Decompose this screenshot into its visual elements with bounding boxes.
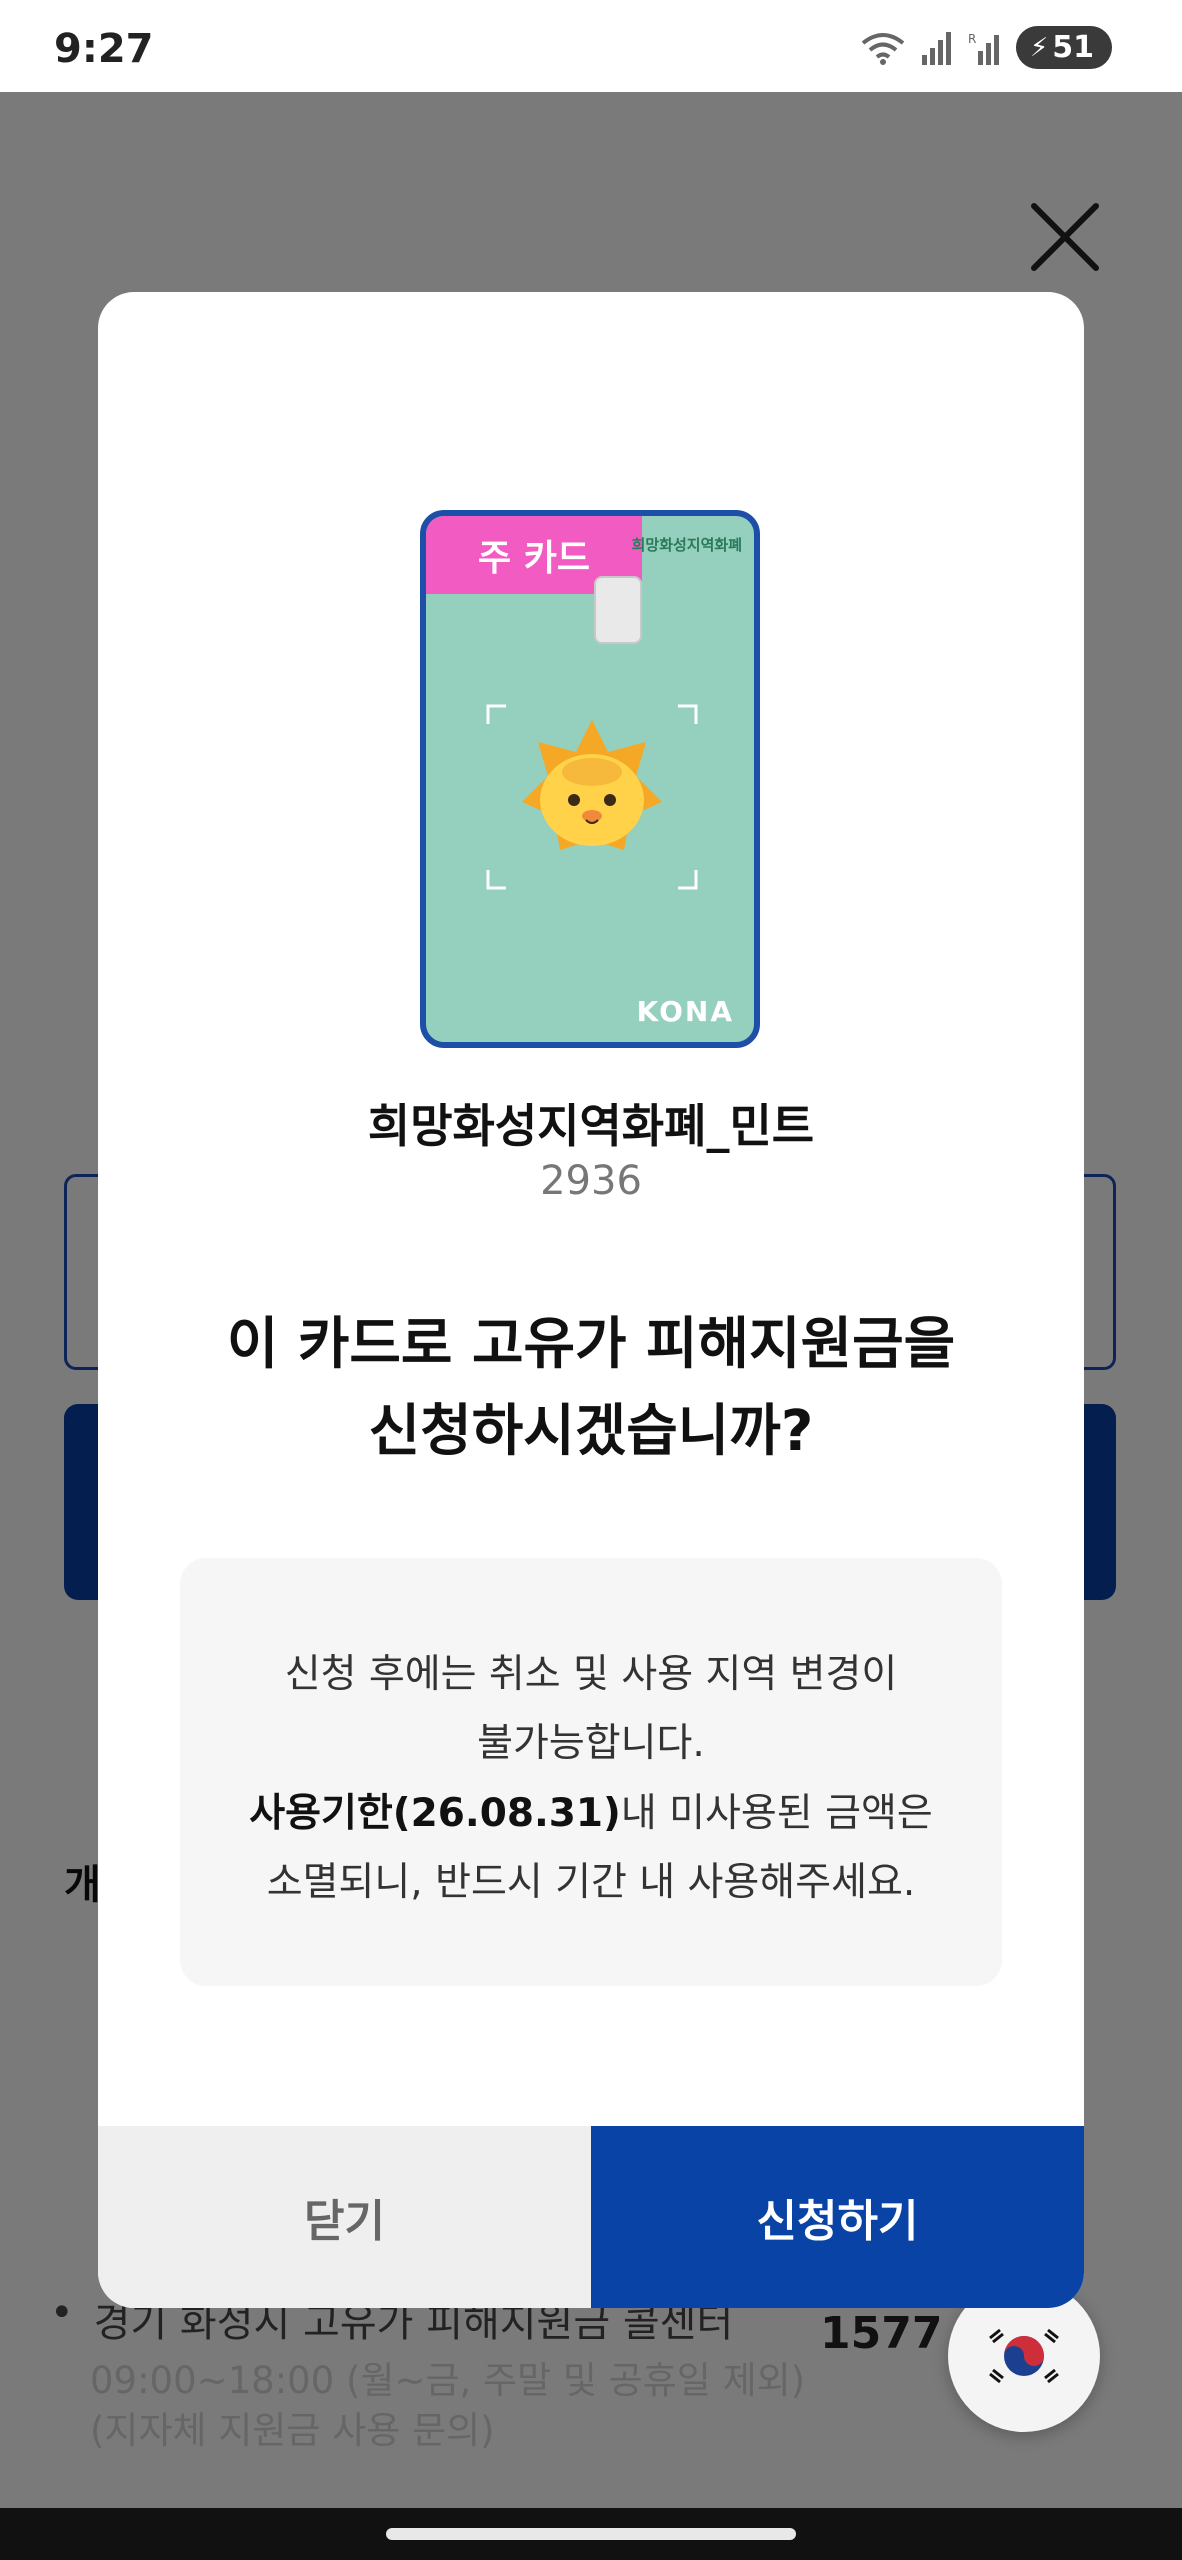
notice-line-1: 신청 후에는 취소 및 사용 지역 변경이 [284, 1652, 898, 1697]
status-bar: 9:27 R ⚡ 51 [0, 0, 1182, 92]
mascot-character-icon [522, 720, 662, 850]
confirm-question: 이 카드로 고유가 피해지원금을 신청하시겠습니까? [98, 1302, 1084, 1476]
bolt-icon: ⚡ [1029, 32, 1049, 63]
navigation-bar [0, 2508, 1182, 2560]
close-button[interactable]: 닫기 [98, 2126, 591, 2308]
notice-line-3-rest: 내 미사용된 금액은 [620, 1790, 933, 1836]
card-name: 희망화성지역화폐_민트 [367, 1099, 815, 1153]
notice-line-2: 불가능합니다. [477, 1721, 705, 1767]
background-contact-list: • 경기 화성시 고유가 피해지원금 콜센터 09:00~18:00 (월~금,… [50, 2290, 950, 2456]
status-icons: R ⚡ 51 [860, 26, 1112, 69]
wifi-icon [861, 32, 905, 65]
card-chip-icon [594, 576, 642, 644]
korea-flag-icon [989, 2328, 1059, 2384]
apply-button[interactable]: 신청하기 [591, 2126, 1084, 2308]
svg-text:R: R [968, 32, 976, 46]
contact-hours: 09:00~18:00 (월~금, 주말 및 공휴일 제외) [90, 2359, 806, 2402]
card-number: 2936 [540, 1158, 642, 1204]
contact-phone[interactable]: 1577 [820, 2308, 942, 2359]
card-image: 주 카드 희망화성지역화폐 KONA [420, 510, 760, 1048]
battery-level: 51 [1052, 30, 1094, 65]
signal-icon [921, 31, 951, 65]
status-time: 9:27 [54, 26, 154, 72]
home-gesture-handle[interactable] [386, 2528, 796, 2540]
notice-line-3: 사용기한(26.08.31)내 미사용된 금액은 [180, 1779, 1002, 1848]
battery-charging-icon: ⚡ 51 [1015, 26, 1112, 69]
question-line-2: 신청하시겠습니까? [368, 1398, 814, 1464]
bullet: • [50, 2290, 74, 2336]
expiry-date: 사용기한(26.08.31) [249, 1790, 621, 1836]
notice-box: 신청 후에는 취소 및 사용 지역 변경이 불가능합니다. 사용기한(26.08… [180, 1558, 1002, 1986]
card-issuer-name: 희망화성지역화폐 [631, 536, 742, 554]
apply-confirm-dialog: 주 카드 희망화성지역화폐 KONA 희망화성지역화폐_민트 2936 이 카드… [98, 292, 1084, 2308]
notice-line-4: 소멸되니, 반드시 기간 내 사용해주세요. [266, 1860, 916, 1906]
signal-roaming-icon: R [968, 32, 999, 65]
contact-note: (지자체 지원금 사용 문의) [90, 2408, 495, 2452]
card-brand-logo: KONA [636, 995, 734, 1028]
question-line-1: 이 카드로 고유가 피해지원금을 [226, 1312, 956, 1377]
close-icon[interactable] [1028, 200, 1102, 274]
